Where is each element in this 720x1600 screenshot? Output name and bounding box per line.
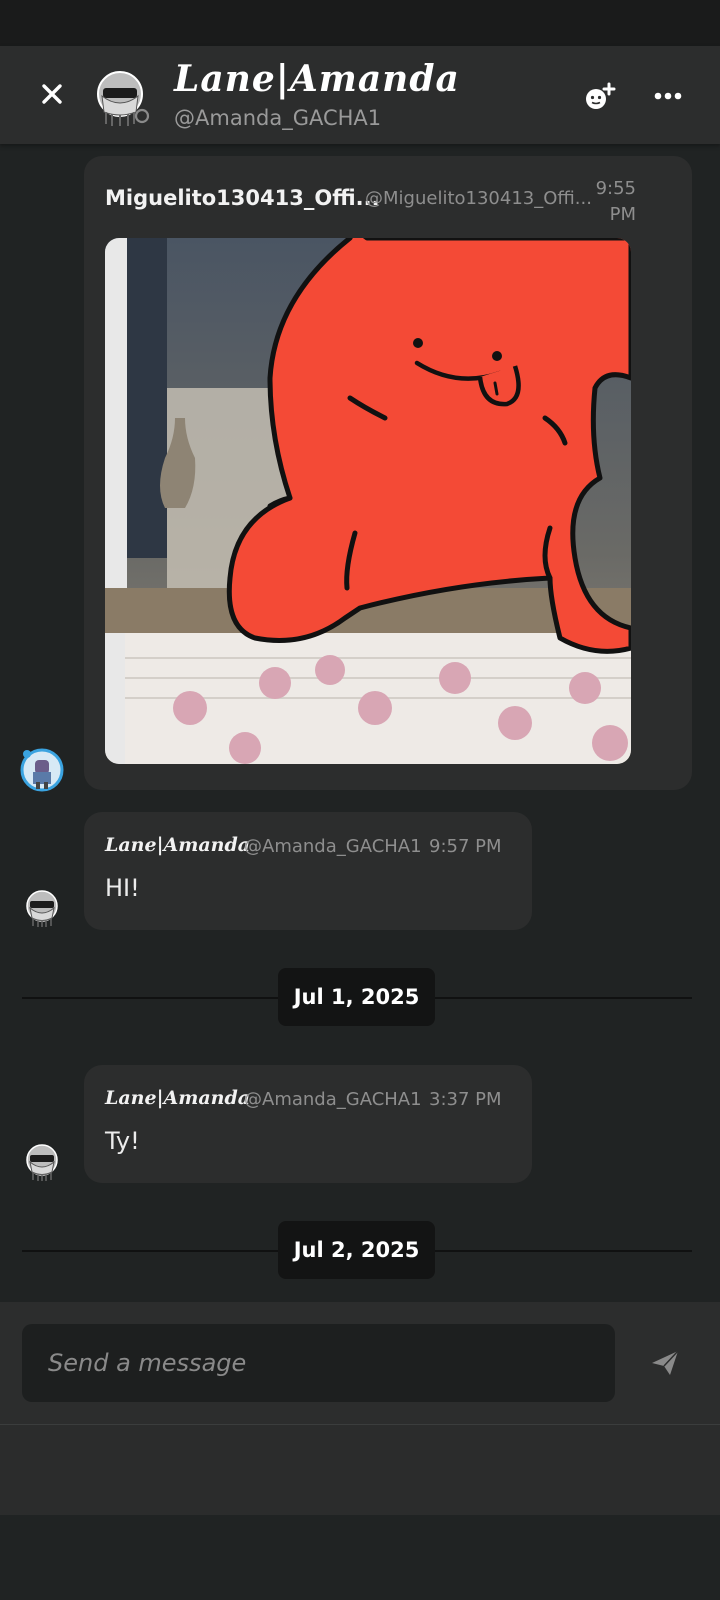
message-time: 9:55 PM: [595, 178, 636, 225]
sender-avatar[interactable]: [22, 1142, 62, 1182]
message-bubble[interactable]: Miguelito130413_Offi... @Miguelito130413…: [84, 156, 692, 790]
message-handle: @Amanda_GACHA1: [244, 1089, 422, 1110]
status-bar: [0, 0, 720, 46]
message-time: 9:57 PM: [429, 836, 502, 857]
message-composer: [0, 1302, 720, 1425]
bottom-panel: [0, 1425, 720, 1515]
message-author[interactable]: Miguelito130413_Offi...: [105, 186, 380, 210]
send-button[interactable]: [640, 1338, 690, 1388]
close-icon: [42, 84, 62, 104]
send-icon: [652, 1350, 679, 1375]
chat-title: Lane|Amanda: [174, 58, 460, 100]
close-button[interactable]: [30, 72, 74, 116]
chat-handle: @Amanda_GACHA1: [174, 106, 382, 130]
add-friend-icon: [586, 82, 616, 109]
message-bubble[interactable]: Lane|Amanda @Amanda_GACHA1 3:37 PM Ty!: [84, 1065, 532, 1183]
chat-header: Lane|Amanda @Amanda_GACHA1: [0, 46, 720, 144]
more-options-button[interactable]: [646, 74, 690, 118]
message-text: HI!: [105, 874, 140, 902]
message-handle: @Miguelito130413_Offi...: [365, 188, 592, 209]
header-avatar[interactable]: [96, 68, 150, 128]
sender-avatar[interactable]: [20, 748, 64, 792]
add-friend-button[interactable]: [578, 74, 622, 118]
message-input[interactable]: [22, 1324, 615, 1402]
sender-avatar[interactable]: [22, 888, 62, 928]
date-separator: Jul 1, 2025: [278, 968, 435, 1026]
message-time: 3:37 PM: [429, 1089, 502, 1110]
more-horizontal-icon: [654, 92, 682, 100]
message-bubble[interactable]: Lane|Amanda @Amanda_GACHA1 9:57 PM HI!: [84, 812, 532, 930]
message-author[interactable]: Lane|Amanda: [105, 834, 250, 856]
date-separator: Jul 2, 2025: [278, 1221, 435, 1279]
message-text: Ty!: [105, 1127, 140, 1155]
system-nav-bar: [0, 1515, 720, 1600]
message-author[interactable]: Lane|Amanda: [105, 1087, 250, 1109]
message-handle: @Amanda_GACHA1: [244, 836, 422, 857]
gif-attachment[interactable]: [105, 238, 631, 764]
